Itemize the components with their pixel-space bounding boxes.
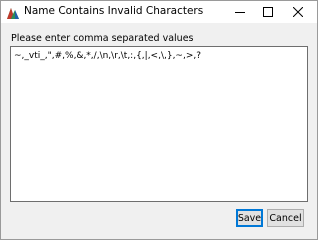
app-logo-icon bbox=[6, 5, 20, 19]
prompt-label: Please enter comma separated values bbox=[11, 33, 194, 44]
close-button[interactable] bbox=[283, 1, 313, 23]
minimize-button[interactable] bbox=[225, 1, 255, 23]
save-button[interactable]: Save bbox=[236, 209, 263, 227]
maximize-button[interactable] bbox=[253, 1, 283, 23]
values-textarea[interactable]: ~,_vti_,",#,%,&,*,/,\n,\r,\t,:,{,|,<,\,}… bbox=[10, 46, 308, 202]
dialog-window: Name Contains Invalid Characters Please … bbox=[0, 0, 318, 240]
window-title: Name Contains Invalid Characters bbox=[24, 5, 204, 17]
title-bar[interactable]: Name Contains Invalid Characters bbox=[1, 1, 317, 23]
maximize-icon bbox=[263, 7, 273, 17]
cancel-button[interactable]: Cancel bbox=[267, 209, 304, 227]
minimize-icon bbox=[235, 12, 245, 13]
close-icon bbox=[293, 7, 303, 17]
